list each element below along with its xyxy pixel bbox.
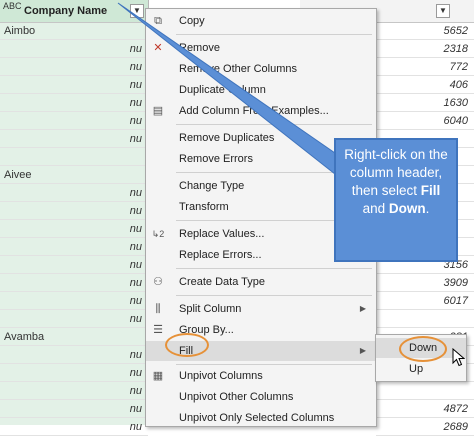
callout-period: . bbox=[425, 201, 430, 216]
callout-down-text: Down bbox=[388, 201, 426, 216]
instruction-callout: Right-click on the column header, then s… bbox=[334, 138, 458, 262]
callout-and-text: and bbox=[362, 201, 386, 216]
callout-fill-text: Fill bbox=[420, 183, 441, 198]
